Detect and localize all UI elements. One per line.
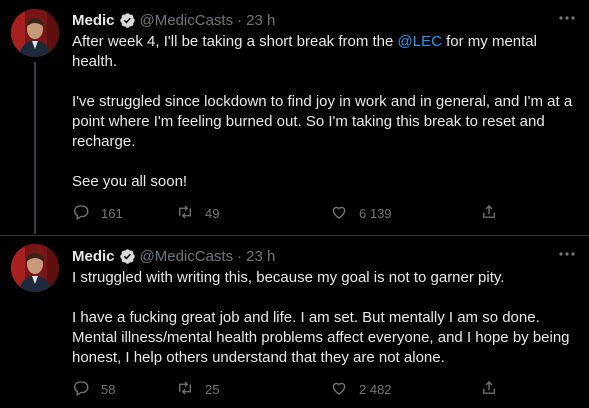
retweet-count: 25: [205, 381, 220, 397]
reply-icon: [72, 203, 90, 224]
retweet-icon: [176, 379, 194, 400]
handle[interactable]: @MedicCasts: [140, 248, 234, 265]
tweet-text: After week 4, I'll be taking a short bre…: [72, 32, 577, 192]
mention-link[interactable]: @LEC: [398, 33, 442, 50]
like-count: 2 482: [359, 381, 392, 397]
reply-button[interactable]: 58: [72, 378, 115, 400]
thread-line: [34, 62, 36, 234]
tweet[interactable]: Medic @MedicCasts · 23 h After week 4, I…: [0, 0, 589, 236]
like-count: 6 139: [359, 205, 392, 221]
reply-icon: [72, 379, 90, 400]
paragraph: I have a fucking great job and life. I a…: [72, 309, 570, 366]
paragraph: I've struggled since lockdown to find jo…: [72, 93, 573, 150]
display-name[interactable]: Medic: [72, 248, 115, 265]
paragraph: See you all soon!: [72, 173, 188, 190]
display-name[interactable]: Medic: [72, 12, 115, 29]
reply-count: 161: [101, 205, 123, 221]
avatar[interactable]: [11, 244, 59, 292]
handle[interactable]: @MedicCasts: [140, 12, 234, 29]
action-bar: 58 25 2 482: [72, 378, 512, 400]
more-icon[interactable]: [557, 10, 577, 26]
verified-badge-icon: [119, 12, 136, 29]
paragraph: I struggled with writing this, because m…: [72, 269, 505, 286]
reply-count: 58: [101, 381, 116, 397]
heart-icon: [330, 379, 348, 400]
retweet-count: 49: [205, 205, 220, 221]
retweet-button[interactable]: 49: [176, 202, 219, 224]
separator: ·: [237, 247, 243, 265]
heart-icon: [330, 203, 348, 224]
share-icon: [480, 203, 498, 224]
like-button[interactable]: 6 139: [330, 202, 392, 224]
verified-badge-icon: [119, 248, 136, 265]
separator: ·: [237, 11, 243, 29]
retweet-icon: [176, 203, 194, 224]
share-icon: [480, 379, 498, 400]
tweet-text: I struggled with writing this, because m…: [72, 268, 577, 368]
share-button[interactable]: [480, 378, 498, 400]
action-bar: 161 49 6 139: [72, 202, 512, 224]
retweet-button[interactable]: 25: [176, 378, 219, 400]
timestamp[interactable]: 23 h: [246, 248, 275, 265]
timestamp[interactable]: 23 h: [246, 12, 275, 29]
tweet-header: Medic @MedicCasts · 23 h: [72, 246, 275, 266]
avatar[interactable]: [11, 9, 59, 57]
tweet[interactable]: Medic @MedicCasts · 23 h I struggled wit…: [0, 236, 589, 408]
like-button[interactable]: 2 482: [330, 378, 392, 400]
more-icon[interactable]: [557, 246, 577, 262]
reply-button[interactable]: 161: [72, 202, 123, 224]
share-button[interactable]: [480, 202, 498, 224]
text-segment: After week 4, I'll be taking a short bre…: [72, 33, 398, 50]
tweet-header: Medic @MedicCasts · 23 h: [72, 10, 275, 30]
